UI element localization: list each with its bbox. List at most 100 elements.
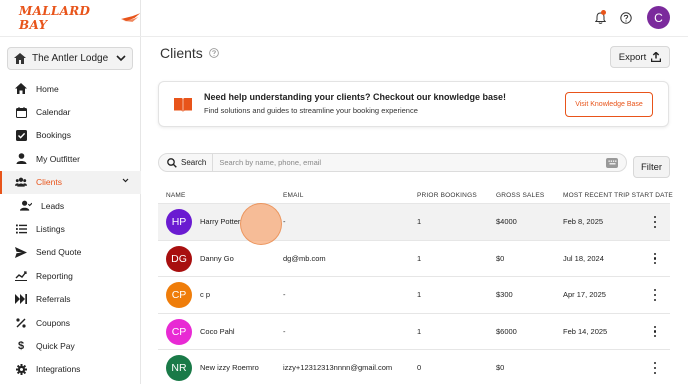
- referrals-icon: [15, 293, 27, 305]
- sidebar-divider: [0, 36, 141, 37]
- book-icon: [174, 98, 192, 112]
- sidebar-item-calendar[interactable]: Calendar: [0, 100, 141, 123]
- recent-trip-date: Feb 14, 2025: [563, 326, 608, 336]
- more-options-icon[interactable]: [652, 325, 658, 339]
- client-email: -: [283, 217, 286, 226]
- clients-icon: [15, 176, 27, 188]
- gross-sales: $6000: [496, 326, 517, 336]
- chart-icon: [15, 270, 27, 282]
- client-name: Harry Potter: [200, 217, 241, 226]
- more-options-icon[interactable]: [652, 215, 658, 229]
- page-title-text: Clients: [160, 45, 203, 61]
- filter-button[interactable]: Filter: [633, 156, 670, 178]
- search-bar: Search: [158, 153, 627, 172]
- sidebar-item-label: Reporting: [36, 270, 73, 281]
- gross-sales: $0: [496, 363, 505, 372]
- user-avatar[interactable]: C: [647, 6, 670, 29]
- sidebar-item-label: Listings: [36, 224, 65, 235]
- recent-trip-date: Feb 8, 2025: [563, 217, 604, 226]
- sidebar-item-referrals[interactable]: Referrals: [0, 288, 141, 311]
- help-icon[interactable]: [618, 10, 634, 26]
- prior-bookings: 1: [417, 326, 422, 336]
- recent-trip-date: Jul 18, 2024: [563, 253, 604, 263]
- list-icon: [15, 223, 27, 235]
- gross-sales: $4000: [496, 217, 517, 226]
- export-button[interactable]: Export: [610, 46, 670, 68]
- more-options-icon[interactable]: [652, 288, 658, 302]
- client-email: dg@mb.com: [283, 253, 326, 263]
- client-email: izzy+12312313nnnn@gmail.com: [283, 363, 393, 372]
- column-header-recent-trip[interactable]: MOST RECENT TRIP START DATE: [563, 192, 688, 199]
- table-row[interactable]: CP c p - 1 $300 Apr 17, 2025: [158, 276, 670, 313]
- recent-trip-date: Apr 17, 2025: [563, 290, 606, 299]
- gross-sales: $300: [496, 290, 513, 299]
- sidebar-item-clients[interactable]: Clients: [0, 170, 141, 195]
- calendar-icon: [15, 106, 27, 118]
- client-name: New izzy Roemro: [200, 363, 259, 372]
- prior-bookings: 0: [417, 363, 422, 372]
- sidebar-item-label: Integrations: [36, 364, 81, 375]
- upload-icon: [651, 52, 662, 62]
- leads-icon: [20, 200, 32, 212]
- column-header-prior-bookings[interactable]: PRIOR BOOKINGS: [417, 192, 477, 199]
- sidebar-item-label: Send Quote: [36, 247, 82, 258]
- column-header-email[interactable]: EMAIL: [283, 192, 304, 199]
- sidebar-item-label: Bookings: [36, 130, 71, 141]
- sidebar-item-home[interactable]: Home: [0, 77, 141, 100]
- dollar-icon: $: [17, 339, 25, 352]
- sidebar-item-label: Coupons: [36, 317, 71, 328]
- table-row[interactable]: HP Harry Potter - 1 $4000 Feb 8, 2025: [158, 203, 670, 240]
- avatar: CP: [166, 282, 192, 308]
- sidebar-item-my-outfitter[interactable]: My Outfitter: [0, 147, 141, 170]
- lodge-name: The Antler Lodge: [32, 53, 109, 64]
- prior-bookings: 1: [417, 253, 422, 263]
- keyboard-icon[interactable]: [606, 157, 618, 168]
- sidebar-item-label: Clients: [36, 177, 62, 188]
- knowledge-base-subtitle: Find solutions and guides to streamline …: [204, 106, 418, 115]
- click-indicator: [240, 203, 282, 245]
- sidebar-item-label: Quick Pay: [36, 340, 75, 351]
- table-row[interactable]: NR New izzy Roemro izzy+12312313nnnn@gma…: [158, 349, 670, 384]
- send-icon: [15, 246, 27, 258]
- client-name: Coco Pahl: [200, 326, 235, 336]
- lodge-icon: [14, 53, 26, 64]
- lodge-selector[interactable]: The Antler Lodge: [7, 47, 133, 70]
- sidebar-item-reporting[interactable]: Reporting: [0, 264, 141, 287]
- table-row[interactable]: CP Coco Pahl - 1 $6000 Feb 14, 2025: [158, 312, 670, 350]
- sidebar-item-leads[interactable]: Leads: [0, 194, 141, 217]
- knowledge-base-title: Need help understanding your clients? Ch…: [204, 92, 507, 102]
- export-label: Export: [618, 51, 647, 63]
- sidebar-item-quick-pay[interactable]: $ Quick Pay: [0, 334, 141, 357]
- chevron-down-icon: [122, 178, 129, 182]
- client-email: -: [283, 290, 286, 299]
- home-icon: [15, 83, 27, 95]
- help-circle-icon[interactable]: [208, 48, 219, 58]
- person-icon: [15, 153, 27, 165]
- sidebar-item-integrations[interactable]: Integrations: [0, 358, 141, 381]
- more-options-icon[interactable]: [652, 252, 658, 266]
- search-input[interactable]: [213, 154, 606, 171]
- bookings-icon: [15, 129, 27, 141]
- more-options-icon[interactable]: [652, 361, 658, 375]
- brand-logo[interactable]: MALLARD BAY: [19, 4, 140, 32]
- header-divider: [141, 36, 688, 37]
- table-row[interactable]: DG Danny Go dg@mb.com 1 $0 Jul 18, 2024: [158, 239, 670, 277]
- sidebar: MALLARD BAY The Antler Lodge Home Calend…: [0, 0, 141, 384]
- search-button[interactable]: Search: [159, 154, 214, 171]
- column-header-gross-sales[interactable]: GROSS SALES: [496, 192, 544, 199]
- visit-knowledge-base-button[interactable]: Visit Knowledge Base: [565, 92, 653, 117]
- column-header-name[interactable]: NAME: [166, 192, 186, 199]
- search-button-label: Search: [181, 158, 207, 167]
- sidebar-item-coupons[interactable]: Coupons: [0, 311, 141, 334]
- avatar: HP: [166, 209, 192, 235]
- sidebar-item-listings[interactable]: Listings: [0, 217, 141, 240]
- duck-icon: [120, 13, 140, 22]
- sidebar-item-bookings[interactable]: Bookings: [0, 124, 141, 147]
- sidebar-item-send-quote[interactable]: Send Quote: [0, 241, 141, 264]
- sidebar-item-label: Referrals: [36, 294, 71, 305]
- sidebar-nav: Home Calendar Bookings My Outfitter Clie…: [0, 77, 141, 381]
- gross-sales: $0: [496, 253, 505, 263]
- client-name: Danny Go: [200, 253, 234, 263]
- percent-icon: [15, 317, 27, 329]
- avatar: NR: [166, 355, 192, 381]
